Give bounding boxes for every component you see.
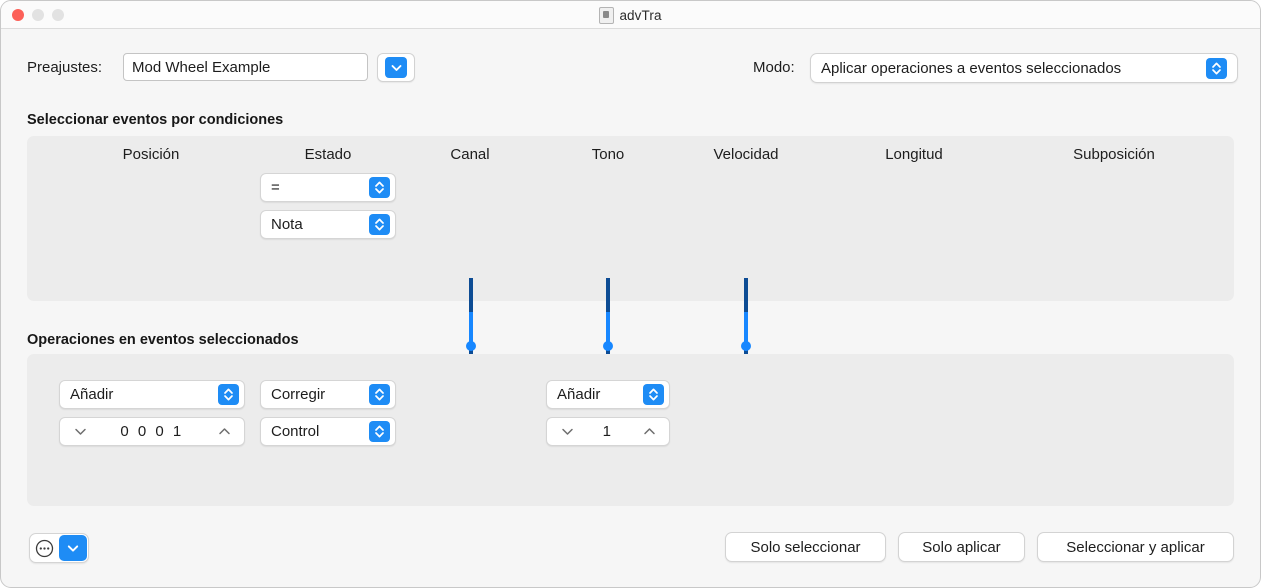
window-controls <box>12 9 64 21</box>
column-header-posicion: Posición <box>123 146 180 163</box>
minimize-button[interactable] <box>32 9 44 21</box>
conditions-panel <box>27 136 1234 301</box>
chevron-up-down-icon <box>369 421 390 442</box>
estado-operation-value: Corregir <box>271 386 369 403</box>
link-handle[interactable] <box>466 341 476 351</box>
action-menu-button[interactable] <box>29 533 89 563</box>
link-handle[interactable] <box>603 341 613 351</box>
preset-popup-button[interactable] <box>377 53 415 82</box>
preset-input[interactable]: Mod Wheel Example <box>123 53 368 81</box>
conditions-heading: Seleccionar eventos por condiciones <box>27 112 283 128</box>
column-header-tono: Tono <box>592 146 625 163</box>
preset-label: Preajustes: <box>27 59 102 76</box>
estado-operation-target: Control <box>271 423 369 440</box>
link-handle[interactable] <box>741 341 751 351</box>
chevron-down-icon <box>59 535 87 561</box>
close-button[interactable] <box>12 9 24 21</box>
mode-popup-button[interactable]: Aplicar operaciones a eventos selecciona… <box>810 53 1238 83</box>
column-header-velocidad: Velocidad <box>713 146 778 163</box>
tono-operation-value: Añadir <box>557 386 643 403</box>
estado-value-popup[interactable]: Nota <box>260 210 396 239</box>
chevron-up-down-icon <box>369 384 390 405</box>
tono-value: 1 <box>575 423 641 440</box>
mode-label: Modo: <box>753 59 795 76</box>
chevron-up-down-icon <box>218 384 239 405</box>
posicion-value-stepper[interactable]: 0 0 0 1 <box>59 417 245 446</box>
select-and-apply-button[interactable]: Seleccionar y aplicar <box>1037 532 1234 562</box>
link-segment-top <box>744 278 748 312</box>
chevron-up-down-icon <box>643 384 664 405</box>
chevron-up-icon[interactable] <box>216 427 232 436</box>
estado-operator-value: = <box>271 179 369 196</box>
advanced-transform-window: advTra Preajustes: Mod Wheel Example Mod… <box>0 0 1261 588</box>
tono-operation-popup[interactable]: Añadir <box>546 380 670 409</box>
chevron-up-down-icon <box>369 214 390 235</box>
chevron-up-down-icon <box>1206 58 1227 79</box>
estado-operation-value-popup[interactable]: Control <box>260 417 396 446</box>
column-header-longitud: Longitud <box>885 146 943 163</box>
mode-value: Aplicar operaciones a eventos selecciona… <box>821 60 1206 77</box>
select-only-button[interactable]: Solo seleccionar <box>725 532 886 562</box>
column-header-subposicion: Subposición <box>1073 146 1155 163</box>
chevron-down-icon[interactable] <box>72 427 88 436</box>
document-icon <box>599 7 614 24</box>
tono-value-stepper[interactable]: 1 <box>546 417 670 446</box>
ellipsis-circle-icon <box>30 539 59 558</box>
link-segment-top <box>606 278 610 312</box>
posicion-operation-value: Añadir <box>70 386 218 403</box>
link-segment-top <box>469 278 473 312</box>
chevron-up-down-icon <box>369 177 390 198</box>
posicion-value: 0 0 0 1 <box>88 423 216 440</box>
title-bar: advTra <box>1 1 1260 29</box>
estado-operator-popup[interactable]: = <box>260 173 396 202</box>
apply-only-button[interactable]: Solo aplicar <box>898 532 1025 562</box>
estado-value: Nota <box>271 216 369 233</box>
operations-heading: Operaciones en eventos seleccionados <box>27 332 299 348</box>
chevron-up-icon[interactable] <box>641 427 657 436</box>
chevron-down-icon <box>385 57 407 78</box>
posicion-operation-popup[interactable]: Añadir <box>59 380 245 409</box>
window-title: advTra <box>619 8 661 23</box>
column-header-estado: Estado <box>305 146 352 163</box>
column-header-canal: Canal <box>450 146 489 163</box>
estado-operation-popup[interactable]: Corregir <box>260 380 396 409</box>
maximize-button[interactable] <box>52 9 64 21</box>
chevron-down-icon[interactable] <box>559 427 575 436</box>
window-title-group: advTra <box>1 1 1260 29</box>
